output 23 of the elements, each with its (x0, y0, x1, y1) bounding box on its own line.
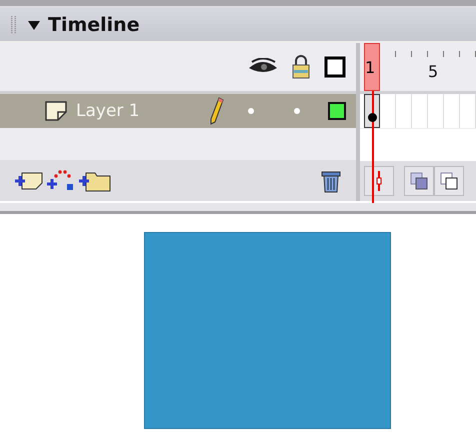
playhead[interactable]: 1 (364, 43, 380, 91)
keyframe-dot-icon (368, 113, 377, 122)
lock-dot-icon[interactable] (294, 108, 300, 114)
trash-icon[interactable] (320, 168, 342, 192)
visibility-dot-icon[interactable] (248, 108, 254, 114)
frame-number: 5 (428, 62, 438, 80)
playhead-marker-icon (376, 171, 382, 191)
layer-icon (44, 100, 68, 122)
onion-skin-button[interactable] (404, 166, 434, 196)
outlined-squares-icon (440, 172, 458, 190)
ruler-frame[interactable]: 5 (428, 43, 444, 91)
overlapping-squares-icon (410, 172, 428, 190)
padlock-icon[interactable] (292, 55, 310, 79)
collapse-triangle-icon[interactable] (28, 18, 40, 30)
outline-color-swatch[interactable] (328, 102, 346, 120)
center-frame-button[interactable] (364, 166, 394, 196)
onion-skin-outlines-button[interactable] (434, 166, 464, 196)
grip-icon[interactable] (10, 14, 18, 34)
outline-square-icon[interactable] (324, 56, 346, 78)
add-guide-layer-icon[interactable] (46, 168, 76, 192)
panel-title: Timeline (48, 14, 140, 36)
layer-name: Layer 1 (76, 101, 140, 121)
pencil-icon (210, 97, 224, 125)
